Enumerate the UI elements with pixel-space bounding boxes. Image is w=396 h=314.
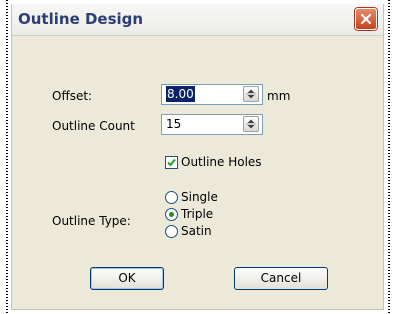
left-dotted-border xyxy=(6,0,8,314)
radio-satin[interactable] xyxy=(165,225,178,238)
outline-count-spin-button[interactable] xyxy=(243,116,259,132)
outline-count-label: Outline Count xyxy=(52,119,135,133)
outline-holes-checkbox[interactable] xyxy=(165,156,178,169)
radio-triple-label: Triple xyxy=(181,207,214,221)
offset-value: 8.00 xyxy=(166,86,195,102)
outline-count-value: 15 xyxy=(166,117,182,131)
offset-unit: mm xyxy=(267,89,291,103)
cancel-button[interactable]: Cancel xyxy=(234,267,328,290)
outline-holes-label: Outline Holes xyxy=(181,155,262,169)
dialog-title: Outline Design xyxy=(18,10,144,28)
outline-count-input[interactable]: 15 xyxy=(161,114,263,135)
offset-label: Offset: xyxy=(52,89,93,103)
radio-single-label: Single xyxy=(181,190,218,204)
offset-input[interactable]: 8.00 xyxy=(161,84,263,105)
outline-type-label: Outline Type: xyxy=(52,214,131,228)
radio-single[interactable] xyxy=(165,191,178,204)
outline-design-dialog: Outline Design Offset: 8.00 mm Outline C… xyxy=(11,4,384,310)
spin-arrows-icon xyxy=(246,119,256,129)
right-dotted-border xyxy=(388,0,390,314)
radio-selected-dot xyxy=(169,212,174,217)
close-button[interactable] xyxy=(355,8,377,30)
ok-button[interactable]: OK xyxy=(90,267,164,290)
spin-arrows-icon xyxy=(246,89,256,99)
radio-triple[interactable] xyxy=(165,208,178,221)
close-icon xyxy=(360,13,372,25)
checkmark-icon xyxy=(167,158,176,167)
title-bar: Outline Design xyxy=(12,4,383,36)
radio-satin-label: Satin xyxy=(181,224,212,238)
offset-spin-button[interactable] xyxy=(243,86,259,102)
